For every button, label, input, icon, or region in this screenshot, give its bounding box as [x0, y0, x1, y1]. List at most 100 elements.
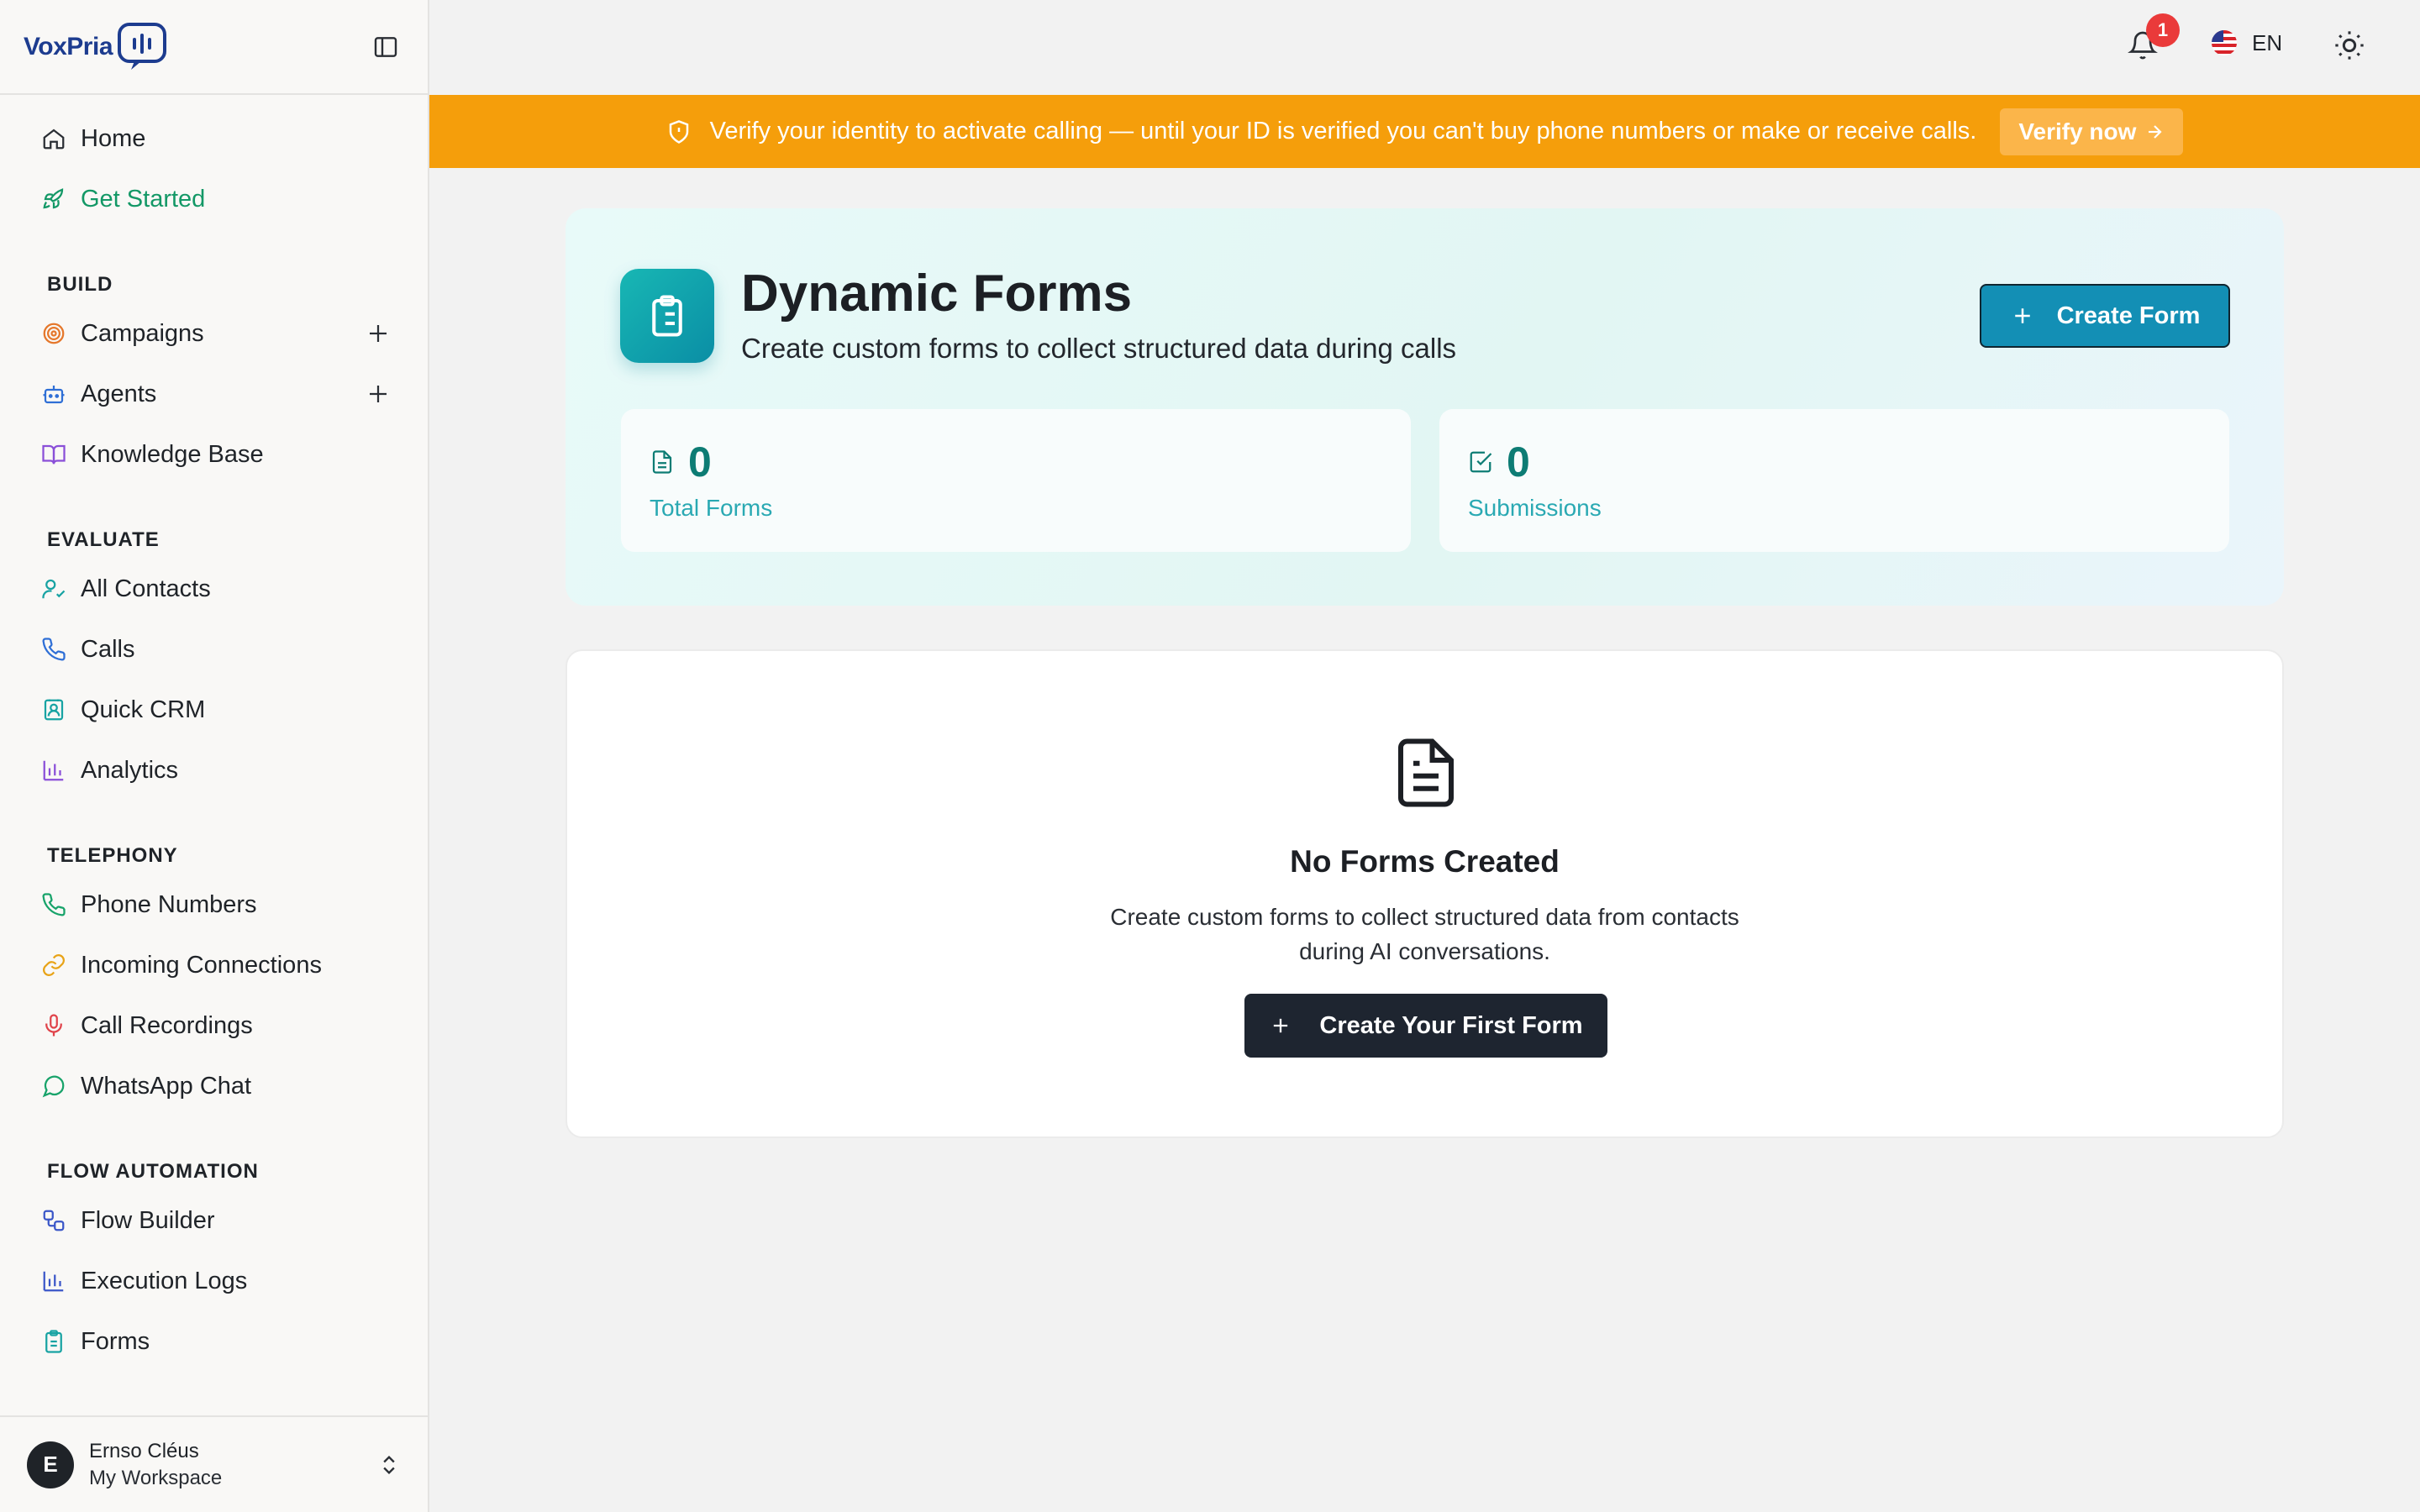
sidebar-item-label: Incoming Connections — [81, 951, 322, 979]
workflow-icon — [40, 1207, 67, 1234]
sidebar-item-call-recordings[interactable]: Call Recordings — [0, 995, 428, 1056]
sidebar-item-home[interactable]: Home — [0, 108, 428, 169]
rocket-icon — [40, 186, 67, 213]
home-icon — [40, 125, 67, 152]
phone-icon — [40, 891, 67, 918]
empty-state-card: No Forms Created Create custom forms to … — [566, 649, 2284, 1138]
forms-header-card: Dynamic Forms Create custom forms to col… — [566, 208, 2284, 606]
sidebar-item-label: Execution Logs — [81, 1267, 248, 1294]
create-first-form-label: Create Your First Form — [1319, 1011, 1583, 1039]
sidebar-item-label: Knowledge Base — [81, 440, 264, 468]
sidebar-item-whatsapp-chat[interactable]: WhatsApp Chat — [0, 1056, 428, 1116]
notification-badge: 1 — [2146, 13, 2180, 47]
add-campaign-plus-icon[interactable] — [366, 321, 391, 346]
empty-state-title: No Forms Created — [1290, 844, 1560, 879]
bot-icon — [40, 381, 67, 407]
us-flag-icon — [2212, 30, 2237, 55]
sidebar-item-label: Phone Numbers — [81, 890, 257, 918]
clipboard-icon — [620, 269, 714, 363]
sidebar-item-incoming-connections[interactable]: Incoming Connections — [0, 935, 428, 995]
panel-left-icon — [374, 36, 397, 57]
sidebar-item-label: Campaigns — [81, 319, 204, 347]
sidebar-item-agents[interactable]: Agents — [0, 364, 428, 424]
target-icon — [40, 320, 67, 347]
stat-card-total-forms: 0 Total Forms — [621, 409, 1411, 552]
verify-now-label: Verify now — [2018, 118, 2137, 144]
page-title: Dynamic Forms — [741, 265, 1133, 323]
user-info: Ernso Cléus My Workspace — [89, 1440, 377, 1490]
sidebar-item-label: All Contacts — [81, 575, 211, 602]
plus-icon — [2014, 308, 2030, 323]
clipboard-icon — [40, 1328, 67, 1355]
sidebar-header: VoxPria — [0, 0, 428, 95]
sidebar-item-execution-logs[interactable]: Execution Logs — [0, 1251, 428, 1311]
avatar: E — [27, 1441, 74, 1488]
chevrons-up-down-icon — [383, 1455, 395, 1474]
create-form-label: Create Form — [2056, 302, 2201, 329]
bar-chart-icon — [40, 757, 67, 784]
section-title-telephony: TELEPHONY — [47, 844, 178, 867]
sidebar-item-label: Quick CRM — [81, 696, 206, 723]
sidebar-item-forms[interactable]: Forms — [0, 1311, 428, 1372]
logo[interactable]: VoxPria — [24, 21, 168, 73]
verify-now-button[interactable]: Verify now — [2000, 108, 2184, 155]
logo-text: VoxPria — [24, 32, 113, 60]
verification-banner: Verify your identity to activate calling… — [429, 95, 2420, 168]
shield-alert-icon — [669, 119, 688, 144]
section-title-evaluate: EVALUATE — [47, 528, 160, 551]
sidebar-item-label: Forms — [81, 1327, 150, 1355]
sidebar-item-get-started[interactable]: Get Started — [0, 169, 428, 229]
user-check-icon — [40, 575, 67, 602]
language-selector[interactable]: EN — [2210, 29, 2282, 57]
logo-mark-icon — [118, 22, 166, 70]
arrow-right-icon — [2149, 124, 2162, 139]
empty-desc-line-1: Create custom forms to collect structure… — [1110, 904, 1739, 930]
workspace-name: My Workspace — [89, 1466, 223, 1489]
file-text-icon — [1398, 738, 1454, 807]
sidebar-item-flow-builder[interactable]: Flow Builder — [0, 1190, 428, 1251]
sidebar-item-label: Home — [81, 124, 146, 152]
create-first-form-button[interactable]: Create Your First Form — [1244, 994, 1607, 1058]
sidebar-item-label: Calls — [81, 635, 135, 663]
book-icon — [40, 441, 67, 468]
check-square-icon — [1470, 451, 1492, 473]
empty-state-description: Create custom forms to collect structure… — [567, 900, 2282, 969]
theme-toggle-button[interactable] — [2333, 29, 2370, 66]
sidebar-item-knowledge-base[interactable]: Knowledge Base — [0, 424, 428, 485]
stat-value: 0 — [688, 438, 712, 486]
sidebar-item-calls[interactable]: Calls — [0, 619, 428, 680]
empty-desc-line-2: during AI conversations. — [1299, 938, 1550, 964]
sidebar-item-campaigns[interactable]: Campaigns — [0, 303, 428, 364]
phone-icon — [40, 636, 67, 663]
sidebar-item-label: WhatsApp Chat — [81, 1072, 252, 1100]
create-form-button[interactable]: Create Form — [1980, 284, 2230, 348]
sidebar-item-label: Flow Builder — [81, 1206, 215, 1234]
add-agent-plus-icon[interactable] — [366, 381, 391, 407]
chat-icon — [40, 1073, 67, 1100]
sidebar-item-all-contacts[interactable]: All Contacts — [0, 559, 428, 619]
topbar — [429, 0, 2420, 95]
section-title-build: BUILD — [47, 273, 113, 296]
user-switcher[interactable]: E Ernso Cléus My Workspace — [0, 1415, 428, 1512]
contact-card-icon — [40, 696, 67, 723]
banner-message: Verify your identity to activate calling… — [709, 118, 1977, 144]
sidebar-item-analytics[interactable]: Analytics — [0, 740, 428, 801]
plus-icon — [1274, 1018, 1288, 1033]
sun-icon — [2335, 31, 2364, 60]
file-icon — [652, 450, 672, 474]
language-code: EN — [2252, 29, 2283, 55]
stat-label: Submissions — [1468, 495, 1602, 521]
sidebar-item-phone-numbers[interactable]: Phone Numbers — [0, 874, 428, 935]
stat-value: 0 — [1507, 438, 1530, 486]
sidebar-item-label: Get Started — [81, 185, 206, 213]
sidebar-item-label: Call Recordings — [81, 1011, 253, 1039]
user-name: Ernso Cléus — [89, 1439, 199, 1462]
sidebar-toggle-button[interactable] — [369, 30, 402, 64]
bar-chart-icon — [40, 1268, 67, 1294]
section-title-flow-automation: FLOW AUTOMATION — [47, 1160, 259, 1183]
sidebar-item-quick-crm[interactable]: Quick CRM — [0, 680, 428, 740]
sidebar-nav: Home Get Started BUILD Campaigns Agents — [0, 95, 428, 1372]
page-subtitle: Create custom forms to collect structure… — [741, 333, 1457, 364]
sidebar-item-label: Agents — [81, 380, 157, 407]
sidebar-item-label: Analytics — [81, 756, 179, 784]
